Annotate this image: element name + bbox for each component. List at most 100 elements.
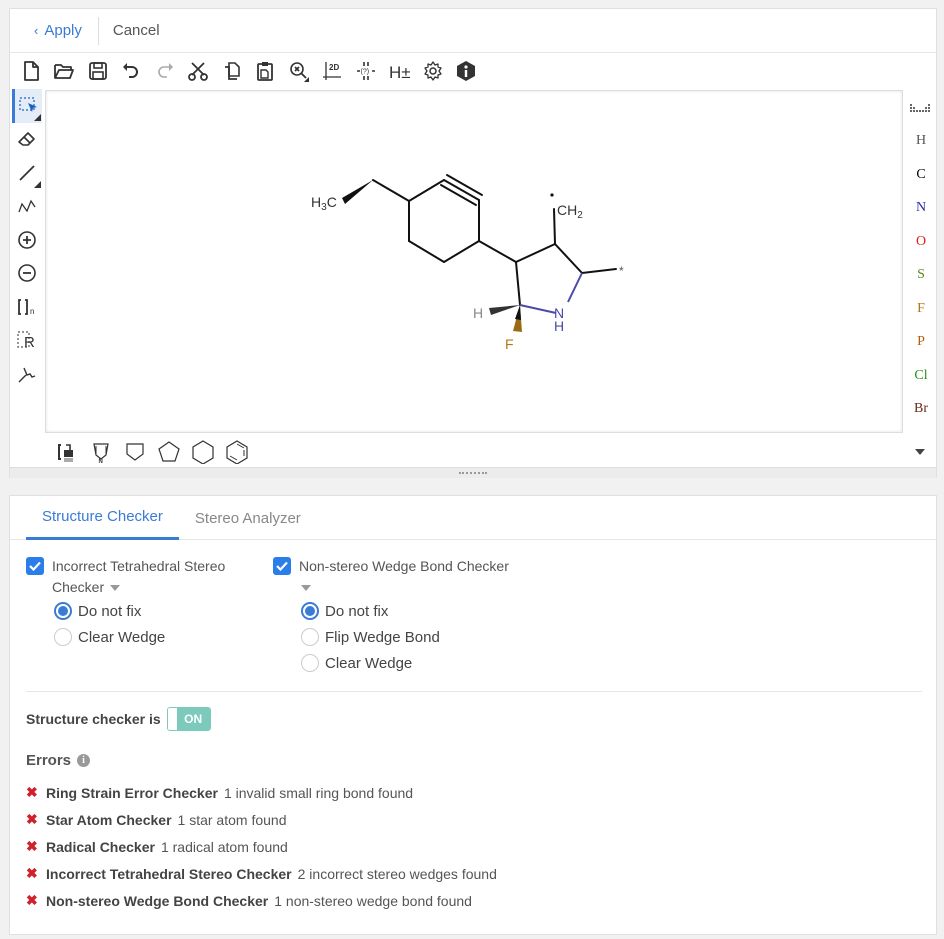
- error-item: ✖ Incorrect Tetrahedral Stereo Checker 2 i…: [26, 865, 497, 882]
- cyclobutane-template[interactable]: [118, 437, 152, 467]
- nonstereo-wedge-checkbox[interactable]: [273, 557, 291, 575]
- undo-icon: [123, 63, 139, 78]
- charge-plus-tool[interactable]: [12, 223, 42, 257]
- single-bond-tool[interactable]: [12, 156, 42, 190]
- charge-minus-tool[interactable]: [12, 257, 42, 291]
- left-toolbar: n R: [12, 89, 42, 391]
- cancel-button[interactable]: Cancel: [99, 22, 160, 39]
- element-n[interactable]: N: [906, 192, 936, 226]
- folder-open-icon: [54, 64, 75, 79]
- atom-label-nh: H: [554, 318, 564, 334]
- error-x-icon: ✖: [26, 784, 38, 800]
- status-label: Structure checker is: [26, 711, 161, 727]
- apply-label: Apply: [44, 22, 82, 39]
- paste-button[interactable]: [249, 57, 283, 85]
- info-icon[interactable]: i: [77, 754, 91, 767]
- element-h[interactable]: H: [906, 125, 936, 159]
- rgroup-tool[interactable]: R: [12, 324, 42, 358]
- sgroup-tool[interactable]: n: [12, 290, 42, 324]
- gear-icon: [424, 61, 442, 81]
- checkmark-icon: [29, 561, 41, 571]
- bond: [554, 243, 583, 274]
- pyrrole-template[interactable]: N: [84, 437, 118, 467]
- chevron-left-icon: ‹: [34, 23, 39, 38]
- element-c[interactable]: C: [906, 158, 936, 192]
- save-button[interactable]: [81, 57, 115, 85]
- erase-tool[interactable]: [12, 123, 42, 157]
- nonstereo-option-flip-wedge[interactable]: Flip Wedge Bond: [301, 624, 509, 650]
- bond-n: [567, 272, 583, 303]
- submenu-indicator: [34, 113, 41, 121]
- info-hexagon-icon: [457, 61, 476, 81]
- cyclopentane-template[interactable]: [152, 437, 186, 467]
- tetrahedral-option-do-not-fix[interactable]: Do not fix: [54, 598, 225, 624]
- template-toolbar: N: [50, 437, 254, 467]
- new-document-button[interactable]: [14, 57, 48, 85]
- scissors-icon: [188, 62, 209, 81]
- tab-structure-checker[interactable]: Structure Checker: [26, 496, 179, 540]
- zoom-clean-button[interactable]: [282, 57, 316, 85]
- atom-label-f: F: [505, 336, 514, 352]
- bond: [553, 208, 556, 245]
- svg-text:N: N: [99, 459, 103, 464]
- error-x-icon: ✖: [26, 865, 38, 881]
- undo-button[interactable]: [115, 57, 149, 85]
- atom-label-h: H: [473, 305, 483, 321]
- benzene-template[interactable]: [220, 437, 254, 467]
- clean-2d-button[interactable]: 2D: [316, 57, 350, 85]
- checker-status: Structure checker is ON: [26, 707, 211, 731]
- nonstereo-option-do-not-fix[interactable]: Do not fix: [301, 598, 509, 624]
- copy-button[interactable]: [215, 57, 249, 85]
- redo-button[interactable]: [148, 57, 182, 85]
- cyclohexane-template[interactable]: [186, 437, 220, 467]
- marvin-editor: ‹ Apply Cancel 2D (?) H± n R H3C CH2 * H…: [9, 8, 937, 478]
- settings-button[interactable]: [416, 57, 450, 85]
- nonstereo-option-clear-wedge[interactable]: Clear Wedge: [301, 650, 509, 676]
- wedge-bond-methyl: [342, 180, 373, 204]
- atom-label-star: *: [619, 264, 624, 278]
- select-tool[interactable]: [12, 89, 42, 123]
- periodic-table-button[interactable]: [906, 91, 936, 125]
- tetrahedral-option-clear-wedge[interactable]: Clear Wedge: [54, 624, 225, 650]
- element-cl[interactable]: Cl: [906, 359, 936, 393]
- element-f[interactable]: F: [906, 292, 936, 326]
- template-library-button[interactable]: [50, 437, 84, 467]
- error-list: ✖ Ring Strain Error Checker 1 invalid smal…: [26, 779, 497, 914]
- cut-button[interactable]: [182, 57, 216, 85]
- atom-label-ch2: CH2: [557, 202, 583, 221]
- hydrogens-button[interactable]: H±: [383, 57, 417, 85]
- top-bar: ‹ Apply Cancel: [10, 9, 936, 53]
- checker-toggle[interactable]: ON: [166, 707, 211, 731]
- attachment-point-icon: [18, 367, 36, 383]
- error-item: ✖ Radical Checker 1 radical atom found: [26, 838, 288, 855]
- bond: [443, 240, 480, 263]
- element-p[interactable]: P: [906, 326, 936, 360]
- tab-stereo-analyzer[interactable]: Stereo Analyzer: [179, 496, 317, 540]
- redo-icon: [158, 63, 173, 78]
- caret-down-icon[interactable]: [301, 585, 311, 592]
- wedge-bond-f-top: [515, 305, 521, 320]
- query-bond-icon: (?): [356, 62, 375, 80]
- element-o[interactable]: O: [906, 225, 936, 259]
- add-remove-hydrogens-icon: H±: [389, 63, 410, 82]
- resize-splitter[interactable]: [10, 467, 936, 478]
- chain-tool[interactable]: [12, 190, 42, 224]
- right-toolbar: H C N O S F P Cl Br: [906, 91, 936, 426]
- error-item: ✖ Ring Strain Error Checker 1 invalid smal…: [26, 784, 414, 801]
- apply-button[interactable]: ‹ Apply: [10, 16, 99, 45]
- info-button[interactable]: [450, 57, 484, 85]
- open-button[interactable]: [48, 57, 82, 85]
- radio-unselected: [301, 654, 319, 672]
- element-s[interactable]: S: [906, 259, 936, 293]
- structure-query-button[interactable]: (?): [349, 57, 383, 85]
- reaction-arrow-tool[interactable]: [12, 357, 42, 391]
- scroll-down-icon[interactable]: [915, 449, 925, 455]
- caret-down-icon[interactable]: [110, 585, 121, 592]
- eraser-icon: [18, 132, 35, 147]
- tetrahedral-checkbox[interactable]: [26, 557, 44, 575]
- pyrrole-icon: N: [93, 443, 109, 464]
- cyclobutane-icon: [126, 443, 144, 461]
- submenu-indicator: [34, 180, 41, 188]
- drawing-canvas[interactable]: H3C CH2 * H F N H: [45, 90, 903, 433]
- element-br[interactable]: Br: [906, 393, 936, 427]
